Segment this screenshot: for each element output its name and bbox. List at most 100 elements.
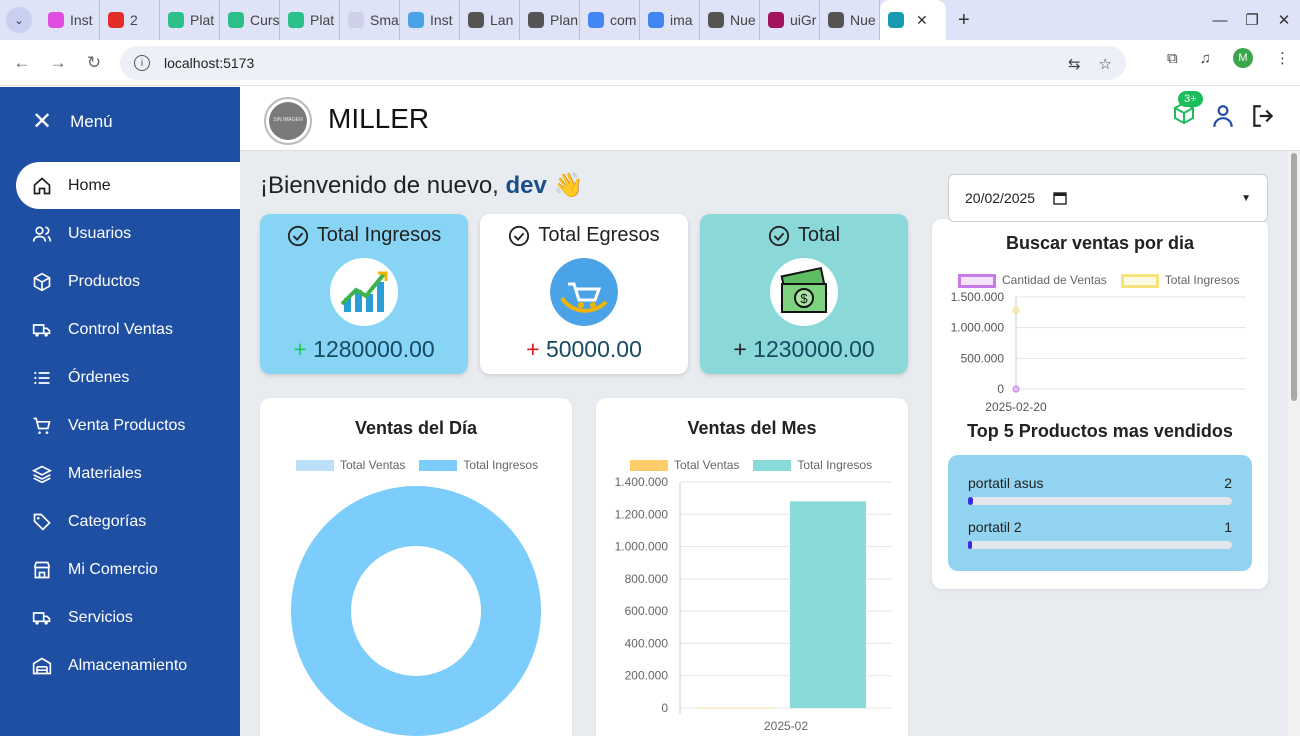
list-icon bbox=[32, 368, 52, 388]
sidebar-item-almacenamiento[interactable]: Almacenamiento bbox=[16, 642, 240, 689]
legend-label: Total Ventas bbox=[340, 458, 406, 472]
sidebar-item-usuarios[interactable]: Usuarios bbox=[16, 210, 240, 257]
tab-title: uiGr bbox=[790, 12, 817, 28]
bar[interactable] bbox=[698, 707, 774, 709]
scrollbar-thumb[interactable] bbox=[1291, 153, 1297, 401]
profile-avatar[interactable]: M bbox=[1233, 48, 1253, 68]
sidebar-item-label: Venta Productos bbox=[68, 416, 186, 434]
bookmark-star-icon[interactable]: ☆ bbox=[1099, 55, 1112, 73]
card-title: Total Egresos bbox=[538, 224, 660, 246]
translate-icon[interactable]: ⇆ bbox=[1068, 55, 1081, 73]
sidebar-item-venta-productos[interactable]: Venta Productos bbox=[16, 402, 240, 449]
data-point[interactable] bbox=[1012, 385, 1020, 393]
sidebar-item-mi-comercio[interactable]: Mi Comercio bbox=[16, 546, 240, 593]
sidebar-item-label: Servicios bbox=[68, 608, 133, 626]
tab-favicon-icon bbox=[108, 12, 124, 28]
tab-search-button[interactable]: ⌄ bbox=[6, 7, 32, 33]
legend-item[interactable]: Cantidad de Ventas bbox=[958, 273, 1107, 288]
url-text: localhost:5173 bbox=[164, 55, 255, 71]
logout-icon[interactable] bbox=[1250, 103, 1276, 129]
legend-label: Cantidad de Ventas bbox=[1002, 273, 1107, 287]
extensions-icon[interactable]: ⧉ bbox=[1167, 50, 1178, 67]
sidebar-item-home[interactable]: Home bbox=[16, 162, 240, 209]
sidebar-item--rdenes[interactable]: Órdenes bbox=[16, 354, 240, 401]
sidebar-item-label: Usuarios bbox=[68, 224, 132, 242]
browser-menu-icon[interactable]: ⋮ bbox=[1275, 49, 1290, 67]
tab-favicon-icon bbox=[708, 12, 724, 28]
browser-tab[interactable]: Inst bbox=[400, 0, 460, 40]
sidebar-item-label: Productos bbox=[68, 272, 141, 290]
check-circle-icon bbox=[509, 225, 530, 246]
plus-icon: + bbox=[733, 336, 747, 362]
user-icon[interactable] bbox=[1210, 103, 1236, 129]
y-tick-label: 500.000 bbox=[961, 351, 1005, 365]
sidebar-item-label: Categorías bbox=[68, 512, 147, 530]
legend-swatch bbox=[753, 460, 792, 472]
browser-tab[interactable]: com bbox=[580, 0, 640, 40]
browser-tab[interactable]: Plan bbox=[520, 0, 580, 40]
date-picker[interactable]: 20/02/2025 ▼ bbox=[948, 174, 1268, 222]
browser-tab[interactable]: uiGr bbox=[760, 0, 820, 40]
legend-item[interactable]: Total Ventas bbox=[630, 458, 739, 472]
maximize-icon[interactable]: ❐ bbox=[1236, 11, 1268, 29]
sidebar-item-productos[interactable]: Productos bbox=[16, 258, 240, 305]
browser-tab[interactable]: Curs bbox=[220, 0, 280, 40]
sidebar-item-materiales[interactable]: Materiales bbox=[16, 450, 240, 497]
scrollbar[interactable] bbox=[1288, 151, 1300, 736]
card-amount: 1230000.00 bbox=[753, 336, 875, 362]
data-point[interactable] bbox=[1012, 306, 1020, 314]
browser-tab[interactable]: Plat bbox=[160, 0, 220, 40]
calendar-icon[interactable] bbox=[1053, 191, 1067, 205]
menu-label: Menú bbox=[70, 111, 113, 131]
legend-swatch bbox=[1120, 273, 1159, 288]
legend-item[interactable]: Total Ingresos bbox=[1120, 273, 1239, 288]
browser-tab[interactable]: Sma bbox=[340, 0, 400, 40]
daily-search-panel: Buscar ventas por dia Cantidad de Ventas… bbox=[932, 219, 1268, 589]
legend-swatch bbox=[296, 460, 334, 472]
browser-tab[interactable]: Lan bbox=[460, 0, 520, 40]
media-controls-icon[interactable]: ♫ bbox=[1200, 50, 1211, 67]
sidebar-item-categor-as[interactable]: Categorías bbox=[16, 498, 240, 545]
site-info-icon[interactable]: i bbox=[134, 55, 150, 71]
back-button[interactable]: ← bbox=[4, 53, 40, 73]
monthly-sales-title: Ventas del Mes bbox=[687, 418, 817, 438]
donut-slice[interactable] bbox=[288, 484, 544, 736]
browser-tab[interactable]: 2 bbox=[100, 0, 160, 40]
minimize-icon[interactable]: — bbox=[1204, 12, 1236, 29]
home-icon bbox=[32, 176, 52, 196]
sidebar-item-servicios[interactable]: Servicios bbox=[16, 594, 240, 641]
truck-icon bbox=[32, 608, 52, 628]
top-products-title: Top 5 Productos mas vendidos bbox=[967, 421, 1233, 441]
forward-button[interactable]: → bbox=[40, 53, 76, 73]
product-progress-fill bbox=[968, 541, 972, 549]
sidebar: ✕ Menú Home Usuarios Productos Control Vent… bbox=[0, 87, 240, 736]
tag-icon bbox=[32, 512, 52, 532]
sidebar-item-label: Órdenes bbox=[68, 368, 130, 386]
bar[interactable] bbox=[790, 501, 866, 708]
legend-item[interactable]: Total Ingresos bbox=[419, 458, 538, 472]
browser-tab[interactable]: Nue bbox=[820, 0, 880, 40]
card-value: + 50000.00 bbox=[480, 336, 688, 363]
new-tab-button[interactable]: + bbox=[958, 9, 970, 32]
url-field[interactable]: i localhost:5173 ⇆ ☆ bbox=[120, 46, 1126, 80]
legend-item[interactable]: Total Ingresos bbox=[753, 458, 872, 472]
tab-favicon-icon bbox=[468, 12, 484, 28]
reload-button[interactable]: ↻ bbox=[76, 53, 112, 73]
legend-label: Total Ventas bbox=[674, 458, 740, 472]
browser-tab[interactable]: Plat bbox=[280, 0, 340, 40]
browser-tab-active[interactable]: ✕ bbox=[880, 0, 946, 40]
chevron-down-icon[interactable]: ▼ bbox=[1241, 193, 1251, 204]
sidebar-item-control-ventas[interactable]: Control Ventas bbox=[16, 306, 240, 353]
x-tick-label: 2025-02-20 bbox=[985, 400, 1047, 414]
browser-tab[interactable]: Inst bbox=[40, 0, 100, 40]
browser-tab[interactable]: Nue bbox=[700, 0, 760, 40]
tab-close-icon[interactable]: ✕ bbox=[916, 12, 928, 29]
close-window-icon[interactable]: ✕ bbox=[1268, 11, 1300, 29]
close-menu-icon[interactable]: ✕ bbox=[32, 107, 52, 136]
tab-title: Inst bbox=[430, 12, 453, 28]
summary-card-total-ingresos: Total Ingresos + 1280000.00 bbox=[260, 214, 468, 374]
browser-tab[interactable]: ima bbox=[640, 0, 700, 40]
notifications-button[interactable]: 3+ bbox=[1172, 91, 1203, 130]
legend-item[interactable]: Total Ventas bbox=[296, 458, 405, 472]
tab-favicon-icon bbox=[288, 12, 304, 28]
